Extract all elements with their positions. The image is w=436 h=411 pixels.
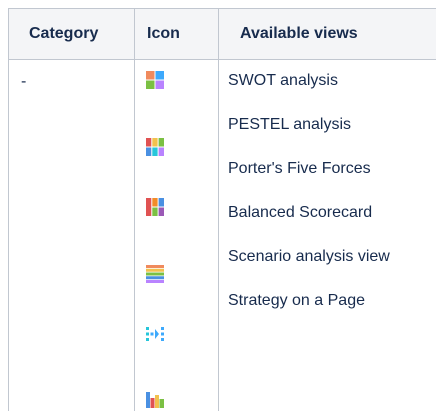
available-views-cell: SWOT analysis PESTEL analysis Porter's F… — [219, 60, 436, 411]
strategy-on-a-page-icon — [146, 390, 164, 408]
scenario-analysis-icon — [146, 325, 164, 343]
swot-analysis-icon — [146, 71, 164, 89]
table-header-row: Category Icon Available views — [9, 9, 436, 60]
icon-column-header: Icon — [135, 9, 219, 60]
category-cell: - — [9, 60, 135, 411]
balanced-scorecard-icon — [146, 265, 164, 283]
list-item: Strategy on a Page — [228, 291, 365, 311]
pestel-analysis-icon — [146, 138, 164, 156]
list-item: SWOT analysis — [228, 71, 338, 91]
list-item: Porter's Five Forces — [228, 159, 371, 179]
category-column-header: Category — [9, 9, 135, 60]
table-row: - — [9, 60, 436, 411]
views-table: Category Icon Available views - — [8, 8, 436, 411]
views-table-container: Category Icon Available views - — [8, 8, 436, 409]
list-item: Scenario analysis view — [228, 247, 390, 267]
available-views-column-header: Available views — [219, 9, 436, 60]
list-item: PESTEL analysis — [228, 115, 351, 135]
porters-five-forces-icon — [146, 198, 164, 216]
list-item: Balanced Scorecard — [228, 203, 372, 223]
available-views-list: SWOT analysis PESTEL analysis Porter's F… — [219, 60, 436, 411]
icon-cell — [135, 60, 219, 411]
icon-list — [135, 60, 218, 411]
category-value: - — [9, 60, 134, 91]
